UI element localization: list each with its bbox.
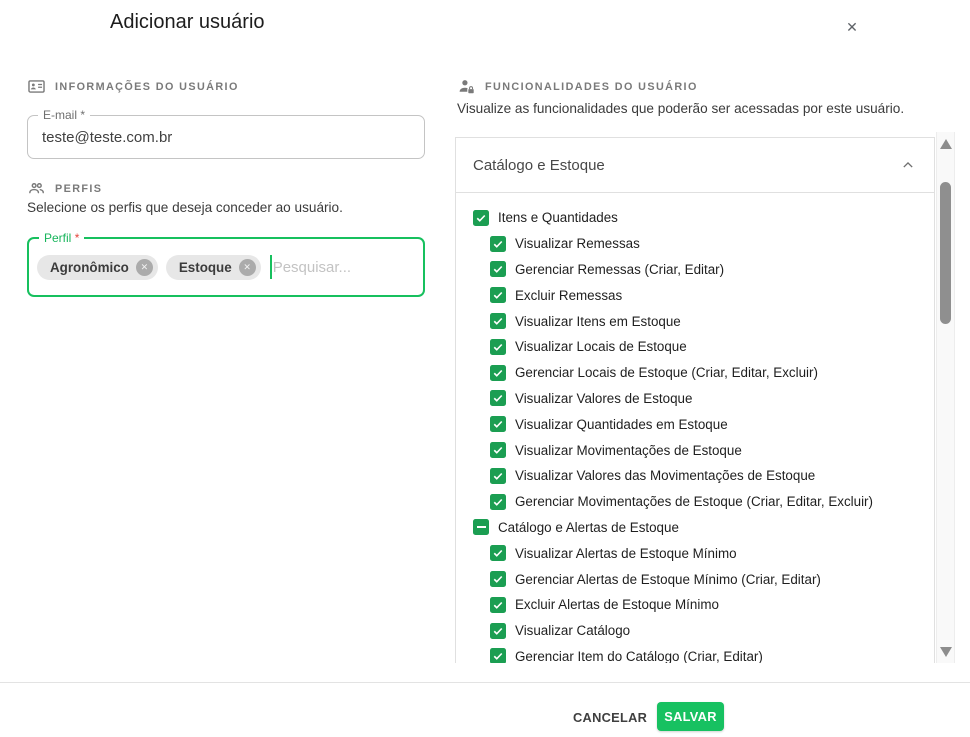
checkbox-icon[interactable] xyxy=(490,390,506,406)
checkbox-icon[interactable] xyxy=(490,648,506,663)
circle-x-icon[interactable]: ✕ xyxy=(239,259,256,276)
selected-profiles: Agronômico ✕ Estoque ✕ xyxy=(37,255,261,280)
feature-row: Gerenciar Item do Catálogo (Criar, Edita… xyxy=(456,644,934,663)
profile-chip-label: Estoque xyxy=(179,260,232,275)
save-button[interactable]: SALVAR xyxy=(657,702,724,731)
feature-label: Visualizar Valores das Movimentações de … xyxy=(515,468,815,483)
circle-x-icon[interactable]: ✕ xyxy=(136,259,153,276)
contact-card-icon xyxy=(27,77,46,96)
feature-label: Visualizar Alertas de Estoque Mínimo xyxy=(515,546,737,561)
feature-row: Visualizar Alertas de Estoque Mínimo xyxy=(456,540,934,566)
feature-label: Catálogo e Alertas de Estoque xyxy=(498,520,679,535)
features-panel: Catálogo e Estoque Itens e Quantidades V… xyxy=(455,137,935,663)
feature-row: Visualizar Remessas xyxy=(456,231,934,257)
feature-group-header[interactable]: Catálogo e Estoque xyxy=(456,138,934,193)
feature-list: Itens e Quantidades Visualizar Remessas … xyxy=(456,193,934,663)
feature-label: Gerenciar Locais de Estoque (Criar, Edit… xyxy=(515,365,818,380)
feature-row: Itens e Quantidades xyxy=(456,205,934,231)
checkbox-icon[interactable] xyxy=(490,468,506,484)
features-helper-text: Visualize as funcionalidades que poderão… xyxy=(457,101,904,116)
chevron-up-icon[interactable] xyxy=(898,155,918,175)
cancel-button[interactable]: CANCELAR xyxy=(563,703,657,732)
close-icon[interactable]: ✕ xyxy=(841,16,863,38)
feature-row: Gerenciar Alertas de Estoque Mínimo (Cri… xyxy=(456,566,934,592)
scroll-up-arrow-icon[interactable] xyxy=(940,139,952,149)
checkbox-icon[interactable] xyxy=(490,623,506,639)
feature-label: Visualizar Valores de Estoque xyxy=(515,391,692,406)
feature-group-title: Catálogo e Estoque xyxy=(473,157,605,174)
people-icon xyxy=(27,179,46,198)
page-title: Adicionar usuário xyxy=(110,11,265,34)
feature-row: Visualizar Locais de Estoque xyxy=(456,334,934,360)
checkbox-icon[interactable] xyxy=(490,236,506,252)
checkbox-icon[interactable] xyxy=(490,313,506,329)
scrollbar[interactable] xyxy=(936,132,955,663)
feature-row: Catálogo e Alertas de Estoque xyxy=(456,515,934,541)
feature-label: Itens e Quantidades xyxy=(498,210,618,225)
email-field-value: teste@teste.com.br xyxy=(42,129,172,146)
feature-row: Visualizar Movimentações de Estoque xyxy=(456,437,934,463)
profile-chip[interactable]: Estoque ✕ xyxy=(166,255,261,280)
profile-chip[interactable]: Agronômico ✕ xyxy=(37,255,158,280)
checkbox-icon[interactable] xyxy=(490,365,506,381)
text-cursor xyxy=(270,255,272,279)
feature-label: Visualizar Remessas xyxy=(515,236,640,251)
checkbox-icon[interactable] xyxy=(490,494,506,510)
checkbox-icon[interactable] xyxy=(490,545,506,561)
feature-row: Visualizar Quantidades em Estoque xyxy=(456,411,934,437)
profile-search-input[interactable]: Pesquisar... xyxy=(273,259,351,276)
profile-field-label: Perfil * xyxy=(39,232,84,245)
checkbox-icon[interactable] xyxy=(473,519,489,535)
feature-row: Visualizar Catálogo xyxy=(456,618,934,644)
feature-row: Visualizar Valores de Estoque xyxy=(456,386,934,412)
feature-row: Gerenciar Movimentações de Estoque (Cria… xyxy=(456,489,934,515)
profile-select-field[interactable]: Perfil * Agronômico ✕ Estoque ✕ Pesquisa… xyxy=(27,237,425,297)
feature-label: Visualizar Movimentações de Estoque xyxy=(515,443,742,458)
feature-label: Gerenciar Remessas (Criar, Editar) xyxy=(515,262,724,277)
checkbox-icon[interactable] xyxy=(490,416,506,432)
checkbox-icon[interactable] xyxy=(473,210,489,226)
scroll-down-arrow-icon[interactable] xyxy=(940,647,952,657)
feature-label: Gerenciar Alertas de Estoque Mínimo (Cri… xyxy=(515,572,821,587)
feature-label: Gerenciar Movimentações de Estoque (Cria… xyxy=(515,494,873,509)
feature-label: Visualizar Itens em Estoque xyxy=(515,314,681,329)
footer-divider xyxy=(0,682,970,683)
checkbox-icon[interactable] xyxy=(490,261,506,277)
profiles-section-header: PERFIS xyxy=(27,179,102,198)
feature-label: Excluir Alertas de Estoque Mínimo xyxy=(515,597,719,612)
feature-row: Visualizar Itens em Estoque xyxy=(456,308,934,334)
feature-label: Gerenciar Item do Catálogo (Criar, Edita… xyxy=(515,649,763,663)
feature-label: Visualizar Locais de Estoque xyxy=(515,339,687,354)
checkbox-icon[interactable] xyxy=(490,339,506,355)
feature-row: Visualizar Valores das Movimentações de … xyxy=(456,463,934,489)
checkbox-icon[interactable] xyxy=(490,597,506,613)
email-field-label: E-mail * xyxy=(38,109,90,122)
feature-row: Excluir Remessas xyxy=(456,282,934,308)
profiles-helper-text: Selecione os perfis que deseja conceder … xyxy=(27,200,343,215)
features-section-title: FUNCIONALIDADES DO USUÁRIO xyxy=(485,81,698,93)
feature-label: Excluir Remessas xyxy=(515,288,622,303)
checkbox-icon[interactable] xyxy=(490,442,506,458)
feature-row: Gerenciar Locais de Estoque (Criar, Edit… xyxy=(456,360,934,386)
person-lock-icon xyxy=(457,77,476,96)
user-info-section-header: INFORMAÇÕES DO USUÁRIO xyxy=(27,77,239,96)
scrollbar-thumb[interactable] xyxy=(940,182,951,324)
user-info-section-title: INFORMAÇÕES DO USUÁRIO xyxy=(55,81,239,93)
checkbox-icon[interactable] xyxy=(490,287,506,303)
feature-row: Gerenciar Remessas (Criar, Editar) xyxy=(456,257,934,283)
features-section-header: FUNCIONALIDADES DO USUÁRIO xyxy=(457,77,698,96)
email-field[interactable]: E-mail * teste@teste.com.br xyxy=(27,115,425,159)
profile-chip-label: Agronômico xyxy=(50,260,129,275)
checkbox-icon[interactable] xyxy=(490,571,506,587)
feature-label: Visualizar Quantidades em Estoque xyxy=(515,417,728,432)
feature-label: Visualizar Catálogo xyxy=(515,623,630,638)
feature-row: Excluir Alertas de Estoque Mínimo xyxy=(456,592,934,618)
profiles-section-title: PERFIS xyxy=(55,183,102,195)
